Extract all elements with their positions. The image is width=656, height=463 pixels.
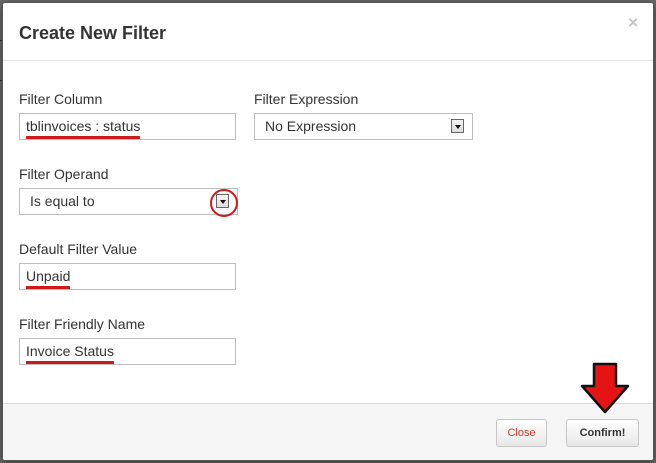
dialog-footer: Close Confirm! <box>3 403 653 460</box>
filter-expression-selected: No Expression <box>265 118 357 134</box>
highlight-circle <box>210 189 238 217</box>
close-icon[interactable]: × <box>628 13 638 33</box>
friendly-name-value: Invoice Status <box>26 339 114 364</box>
filter-operand-label: Filter Operand <box>19 166 109 182</box>
close-button[interactable]: Close <box>496 419 547 447</box>
friendly-name-label: Filter Friendly Name <box>19 316 146 332</box>
default-value-value: Unpaid <box>26 264 71 289</box>
confirm-button[interactable]: Confirm! <box>566 419 639 447</box>
dialog-title: Create New Filter <box>19 23 167 43</box>
filter-column-field[interactable]: tblinvoices : status <box>19 113 236 140</box>
filter-column-label: Filter Column <box>19 91 103 107</box>
default-value-field[interactable]: Unpaid <box>19 263 236 290</box>
default-value-label: Default Filter Value <box>19 241 138 257</box>
filter-column-value: tblinvoices : status <box>26 114 141 139</box>
filter-expression-label: Filter Expression <box>254 91 359 107</box>
down-arrow-icon <box>580 362 630 414</box>
chevron-down-icon[interactable] <box>451 119 464 133</box>
create-filter-dialog: Create New Filter × Filter Column tblinv… <box>2 2 654 461</box>
dialog-header: Create New Filter × <box>3 3 653 61</box>
filter-operand-selected: Is equal to <box>30 193 95 209</box>
friendly-name-field[interactable]: Invoice Status <box>19 338 236 365</box>
filter-operand-select[interactable]: Is equal to <box>19 188 238 215</box>
filter-expression-select[interactable]: No Expression <box>254 113 473 140</box>
